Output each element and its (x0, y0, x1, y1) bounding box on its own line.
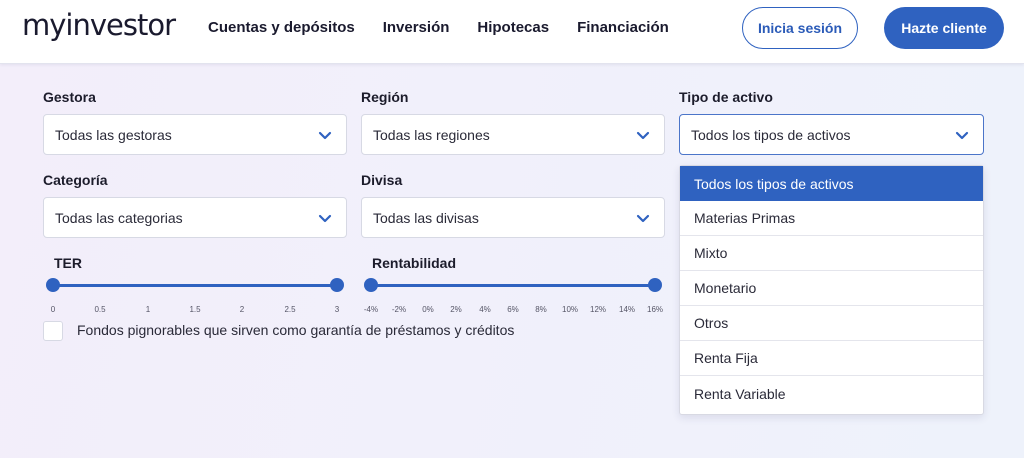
gestora-label: Gestora (43, 89, 96, 105)
tipo-activo-select-value: Todos los tipos de activos (691, 126, 851, 143)
signup-button[interactable]: Hazte cliente (884, 7, 1004, 49)
dropdown-option-monetario[interactable]: Monetario (680, 271, 983, 306)
rentabilidad-tick-label: 8% (535, 305, 547, 314)
ter-tick-label: 0.5 (94, 305, 106, 314)
rentabilidad-tick-label: 2% (450, 305, 462, 314)
rentabilidad-tick-label: 4% (479, 305, 491, 314)
tipo-activo-label: Tipo de activo (679, 89, 773, 105)
region-select-value: Todas las regiones (373, 126, 490, 143)
rentabilidad-max-handle[interactable] (648, 278, 662, 292)
rentabilidad-tick-label: 16% (646, 305, 664, 314)
divisa-label: Divisa (361, 172, 403, 188)
categoria-label: Categoría (43, 172, 108, 188)
main-nav: Cuentas y depósitos Inversión Hipotecas … (208, 19, 669, 36)
rentabilidad-tick-label: 14% (618, 305, 636, 314)
tipo-activo-dropdown-list: Todos los tipos de activos Materias Prim… (679, 165, 984, 415)
ter-min-handle[interactable] (46, 278, 60, 292)
rentabilidad-tick-label: -4% (363, 305, 379, 314)
divisa-select[interactable]: Todas las divisas (361, 197, 665, 238)
chevron-down-icon (955, 131, 969, 140)
ter-tick-label: 1 (145, 305, 151, 314)
ter-label: TER (54, 255, 82, 271)
rentabilidad-tick-label: -2% (391, 305, 407, 314)
nav-item-cuentas[interactable]: Cuentas y depósitos (208, 19, 355, 36)
dropdown-option-materias-primas[interactable]: Materias Primas (680, 201, 983, 236)
dropdown-option-mixto[interactable]: Mixto (680, 236, 983, 271)
region-label: Región (361, 89, 409, 105)
dropdown-option-renta-fija[interactable]: Renta Fija (680, 341, 983, 376)
dropdown-option-renta-variable[interactable]: Renta Variable (680, 376, 983, 411)
chevron-down-icon (318, 131, 332, 140)
rentabilidad-label: Rentabilidad (372, 255, 457, 271)
chevron-down-icon (318, 214, 332, 223)
chevron-down-icon (636, 131, 650, 140)
rentabilidad-tick-label: 0% (422, 305, 434, 314)
gestora-select[interactable]: Todas las gestoras (43, 114, 347, 155)
ter-tick-label: 2.5 (284, 305, 296, 314)
site-header: myinvestor Cuentas y depósitos Inversión… (0, 0, 1024, 64)
myinvestor-logo[interactable]: myinvestor (22, 8, 176, 42)
region-select[interactable]: Todas las regiones (361, 114, 665, 155)
gestora-select-value: Todas las gestoras (55, 126, 172, 143)
ter-tick-label: 2 (239, 305, 245, 314)
nav-item-inversion[interactable]: Inversión (383, 19, 450, 36)
ter-tick-label: 1.5 (189, 305, 201, 314)
rentabilidad-min-handle[interactable] (364, 278, 378, 292)
rentabilidad-tick-label: 6% (507, 305, 519, 314)
pignorables-checkbox-label[interactable]: Fondos pignorables que sirven como garan… (77, 322, 514, 338)
chevron-down-icon (636, 214, 650, 223)
dropdown-option-todos[interactable]: Todos los tipos de activos (680, 166, 983, 201)
ter-max-handle[interactable] (330, 278, 344, 292)
rentabilidad-slider-track[interactable] (371, 284, 655, 287)
categoria-select[interactable]: Todas las categorias (43, 197, 347, 238)
dropdown-option-otros[interactable]: Otros (680, 306, 983, 341)
tipo-activo-select[interactable]: Todos los tipos de activos (679, 114, 984, 155)
ter-tick-label: 3 (334, 305, 340, 314)
ter-slider-track[interactable] (53, 284, 337, 287)
login-button[interactable]: Inicia sesión (742, 7, 858, 49)
pignorables-checkbox[interactable] (43, 321, 63, 341)
divisa-select-value: Todas las divisas (373, 209, 479, 226)
nav-item-financiacion[interactable]: Financiación (577, 19, 669, 36)
nav-item-hipotecas[interactable]: Hipotecas (477, 19, 549, 36)
ter-tick-label: 0 (50, 305, 56, 314)
rentabilidad-tick-label: 12% (589, 305, 607, 314)
categoria-select-value: Todas las categorias (55, 209, 183, 226)
rentabilidad-tick-label: 10% (561, 305, 579, 314)
